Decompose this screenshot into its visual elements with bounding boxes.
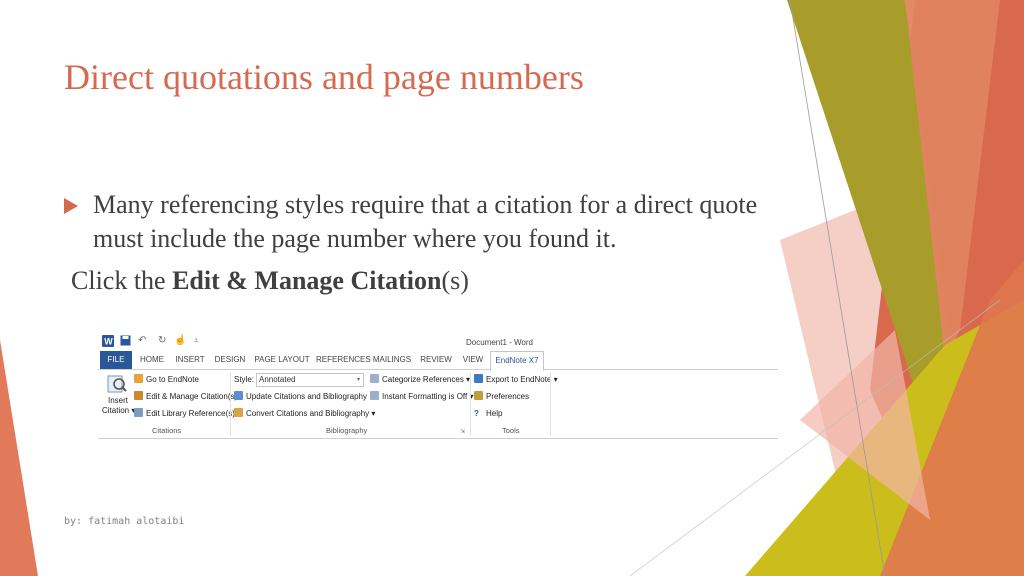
- group-divider: [550, 372, 551, 436]
- convert-icon: [234, 408, 243, 417]
- categorize-references-label: Categorize References: [382, 375, 464, 384]
- preferences-label: Preferences: [486, 392, 530, 401]
- tab-home[interactable]: HOME: [136, 351, 168, 369]
- update-icon: [234, 391, 243, 400]
- update-citations-label: Update Citations and Bibliography: [246, 392, 367, 401]
- style-label: Style:: [234, 375, 255, 384]
- go-to-endnote-button[interactable]: Go to EndNote: [134, 374, 199, 386]
- instant-formatting-button[interactable]: Instant Formatting is Off ▾: [370, 391, 473, 403]
- document-title: Document1 - Word: [466, 338, 533, 347]
- preferences-icon: [474, 391, 483, 400]
- edit-library-reference-button[interactable]: Edit Library Reference(s): [134, 408, 235, 420]
- convert-citations-label: Convert Citations and Bibliography: [246, 409, 370, 418]
- word-ribbon-screenshot: W ↶ ↻ ☝ ⩡ Document1 - Word FILE HOME INS…: [98, 331, 778, 439]
- bullet-paragraph: Many referencing styles require that a c…: [64, 188, 764, 256]
- help-label: Help: [486, 409, 503, 418]
- convert-citations-button[interactable]: Convert Citations and Bibliography ▾: [234, 408, 375, 420]
- preferences-button[interactable]: Preferences: [474, 391, 529, 403]
- categorize-references-button[interactable]: Categorize References ▾: [370, 374, 470, 386]
- instruction-line: Click the Edit & Manage Citation(s): [71, 266, 469, 296]
- instant-formatting-icon: [370, 391, 379, 400]
- insert-citation-icon[interactable]: [106, 373, 128, 395]
- endnote-icon: [134, 374, 143, 383]
- edit-citation-icon: [134, 391, 143, 400]
- instruction-prefix: Click the: [71, 266, 173, 295]
- edit-manage-citations-label: Edit & Manage Citation(s): [146, 392, 238, 401]
- quick-access-toolbar: W ↶ ↻ ☝ ⩡ Document1 - Word: [98, 331, 778, 351]
- tab-mailings[interactable]: MAILINGS: [372, 351, 412, 369]
- tab-review[interactable]: REVIEW: [420, 351, 452, 369]
- export-icon: [474, 374, 483, 383]
- instruction-bold: Edit & Manage Citation: [172, 266, 442, 295]
- dialog-launcher-icon[interactable]: ⇲: [460, 426, 465, 438]
- go-to-endnote-label: Go to EndNote: [146, 375, 199, 384]
- group-divider: [470, 372, 471, 436]
- slide: Direct quotations and page numbers Many …: [0, 0, 1024, 576]
- redo-icon[interactable]: ↻: [158, 335, 166, 347]
- help-button[interactable]: ? Help: [474, 408, 502, 420]
- bullet-text: Many referencing styles require that a c…: [93, 190, 758, 253]
- update-citations-button[interactable]: Update Citations and Bibliography: [234, 391, 367, 403]
- tab-references[interactable]: REFERENCES: [316, 351, 371, 369]
- chevron-down-icon: ▾: [356, 377, 360, 383]
- svg-text:W: W: [104, 337, 113, 347]
- edit-library-icon: [134, 408, 143, 417]
- group-label-bibliography: Bibliography: [326, 426, 368, 435]
- edit-library-reference-label: Edit Library Reference(s): [146, 409, 235, 418]
- touch-mode-icon[interactable]: ☝: [174, 335, 186, 347]
- help-icon: ?: [474, 409, 479, 418]
- ribbon-tabs: FILE HOME INSERT DESIGN PAGE LAYOUT REFE…: [98, 351, 778, 371]
- group-label-tools: Tools: [502, 426, 520, 435]
- undo-icon[interactable]: ↶: [138, 335, 146, 347]
- word-logo-icon: W: [102, 335, 114, 347]
- instruction-suffix: (s): [441, 266, 469, 295]
- tab-file[interactable]: FILE: [100, 351, 132, 369]
- ribbon-body: Insert Citation ▾ Go to EndNote Edit & M…: [98, 370, 778, 439]
- group-label-citations: Citations: [152, 426, 182, 435]
- tab-page-layout[interactable]: PAGE LAYOUT: [254, 351, 310, 369]
- tab-view[interactable]: VIEW: [460, 351, 486, 369]
- footer-author: by: fatimah alotaibi: [64, 516, 185, 527]
- insert-citation-label-2: Citation: [102, 406, 130, 415]
- bullet-arrow-icon: [64, 198, 78, 214]
- left-edge-shape: [0, 340, 38, 576]
- edit-manage-citations-button[interactable]: Edit & Manage Citation(s): [134, 391, 237, 403]
- customize-toolbar-icon[interactable]: ⩡: [194, 335, 199, 347]
- style-dropdown-value: Annotated: [259, 375, 296, 384]
- tab-endnote-x7[interactable]: EndNote X7: [490, 351, 544, 371]
- slide-title: Direct quotations and page numbers: [64, 57, 584, 97]
- style-dropdown[interactable]: Annotated ▾: [256, 373, 364, 387]
- group-divider: [230, 372, 231, 436]
- tab-insert[interactable]: INSERT: [174, 351, 206, 369]
- export-to-endnote-button[interactable]: Export to EndNote ▾: [474, 374, 558, 386]
- tab-design[interactable]: DESIGN: [214, 351, 246, 369]
- categorize-icon: [370, 374, 379, 383]
- insert-citation-button[interactable]: Citation ▾: [102, 405, 135, 417]
- save-icon[interactable]: [120, 335, 131, 347]
- instant-formatting-label: Instant Formatting is Off: [382, 392, 468, 401]
- export-to-endnote-label: Export to EndNote: [486, 375, 552, 384]
